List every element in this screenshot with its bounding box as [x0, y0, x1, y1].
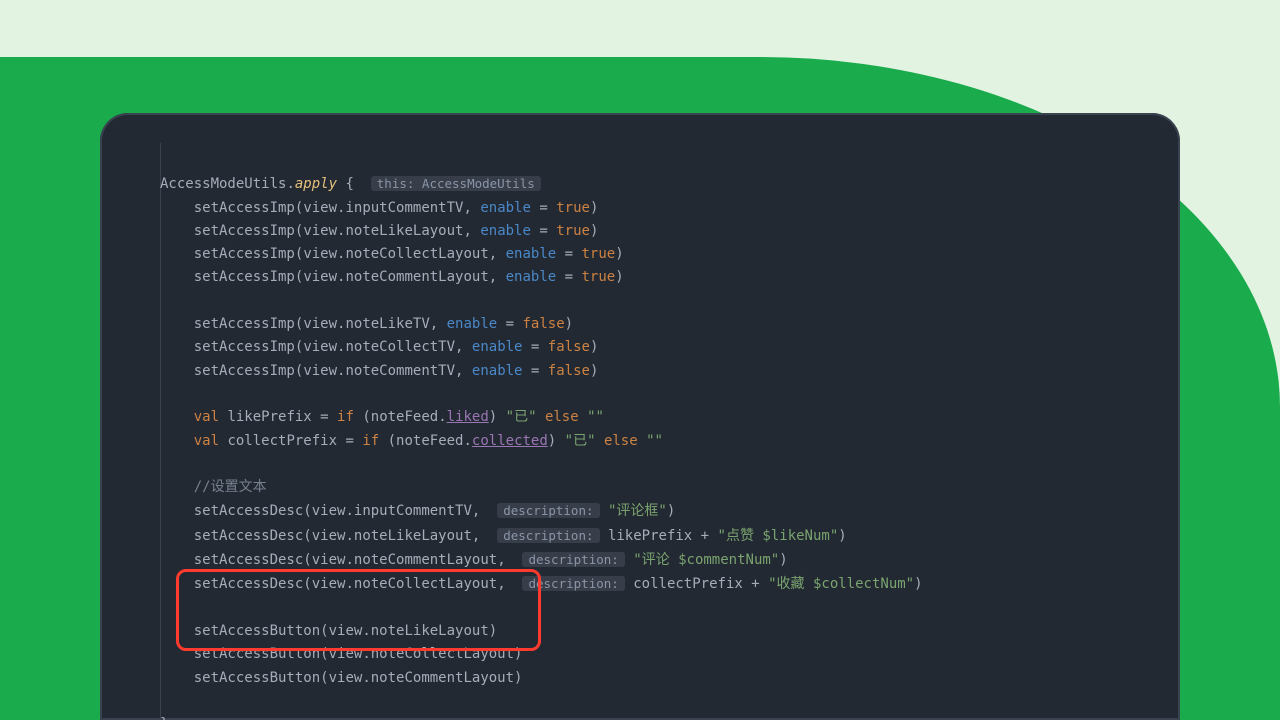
- code-line: setAccessImp(view.noteCommentTV, enable …: [160, 363, 598, 379]
- code-line: setAccessImp(view.noteCollectTV, enable …: [160, 339, 598, 355]
- inline-hint: description:: [522, 576, 624, 591]
- code-line: setAccessImp(view.inputCommentTV, enable…: [160, 200, 598, 216]
- code-line: setAccessButton(view.noteCommentLayout): [160, 670, 522, 686]
- inline-hint: description:: [497, 528, 599, 543]
- code-line: setAccessDesc(view.inputCommentTV, descr…: [160, 503, 675, 519]
- code-line: setAccessImp(view.noteLikeTV, enable = f…: [160, 316, 573, 332]
- code-line: AccessModeUtils.apply { this: AccessMode…: [160, 176, 541, 192]
- code-line: //设置文本: [160, 479, 267, 495]
- code-blank: [160, 693, 168, 709]
- code-blank: [160, 600, 168, 616]
- code-content[interactable]: AccessModeUtils.apply { this: AccessMode…: [160, 149, 923, 720]
- code-line: setAccessImp(view.noteLikeLayout, enable…: [160, 223, 598, 239]
- code-line: setAccessImp(view.noteCommentLayout, ena…: [160, 269, 624, 285]
- code-blank: [160, 456, 168, 472]
- code-blank: [160, 293, 168, 309]
- code-blank: [160, 386, 168, 402]
- inline-hint: description:: [522, 552, 624, 567]
- code-line: setAccessImp(view.noteCollectLayout, ena…: [160, 246, 624, 262]
- code-line: setAccessDesc(view.noteCollectLayout, de…: [160, 576, 923, 592]
- code-line: setAccessButton(view.noteLikeLayout): [160, 623, 497, 639]
- code-line: setAccessDesc(view.noteLikeLayout, descr…: [160, 528, 847, 544]
- code-line: val collectPrefix = if (noteFeed.collect…: [160, 433, 663, 449]
- code-line: }: [160, 716, 168, 720]
- inline-hint: this: AccessModeUtils: [371, 176, 541, 191]
- code-editor-window: AccessModeUtils.apply { this: AccessMode…: [100, 113, 1180, 720]
- inline-hint: description:: [497, 503, 599, 518]
- code-line: setAccessDesc(view.noteCommentLayout, de…: [160, 552, 788, 568]
- code-line: setAccessButton(view.noteCollectLayout): [160, 646, 522, 662]
- code-line: val likePrefix = if (noteFeed.liked) "已"…: [160, 409, 604, 425]
